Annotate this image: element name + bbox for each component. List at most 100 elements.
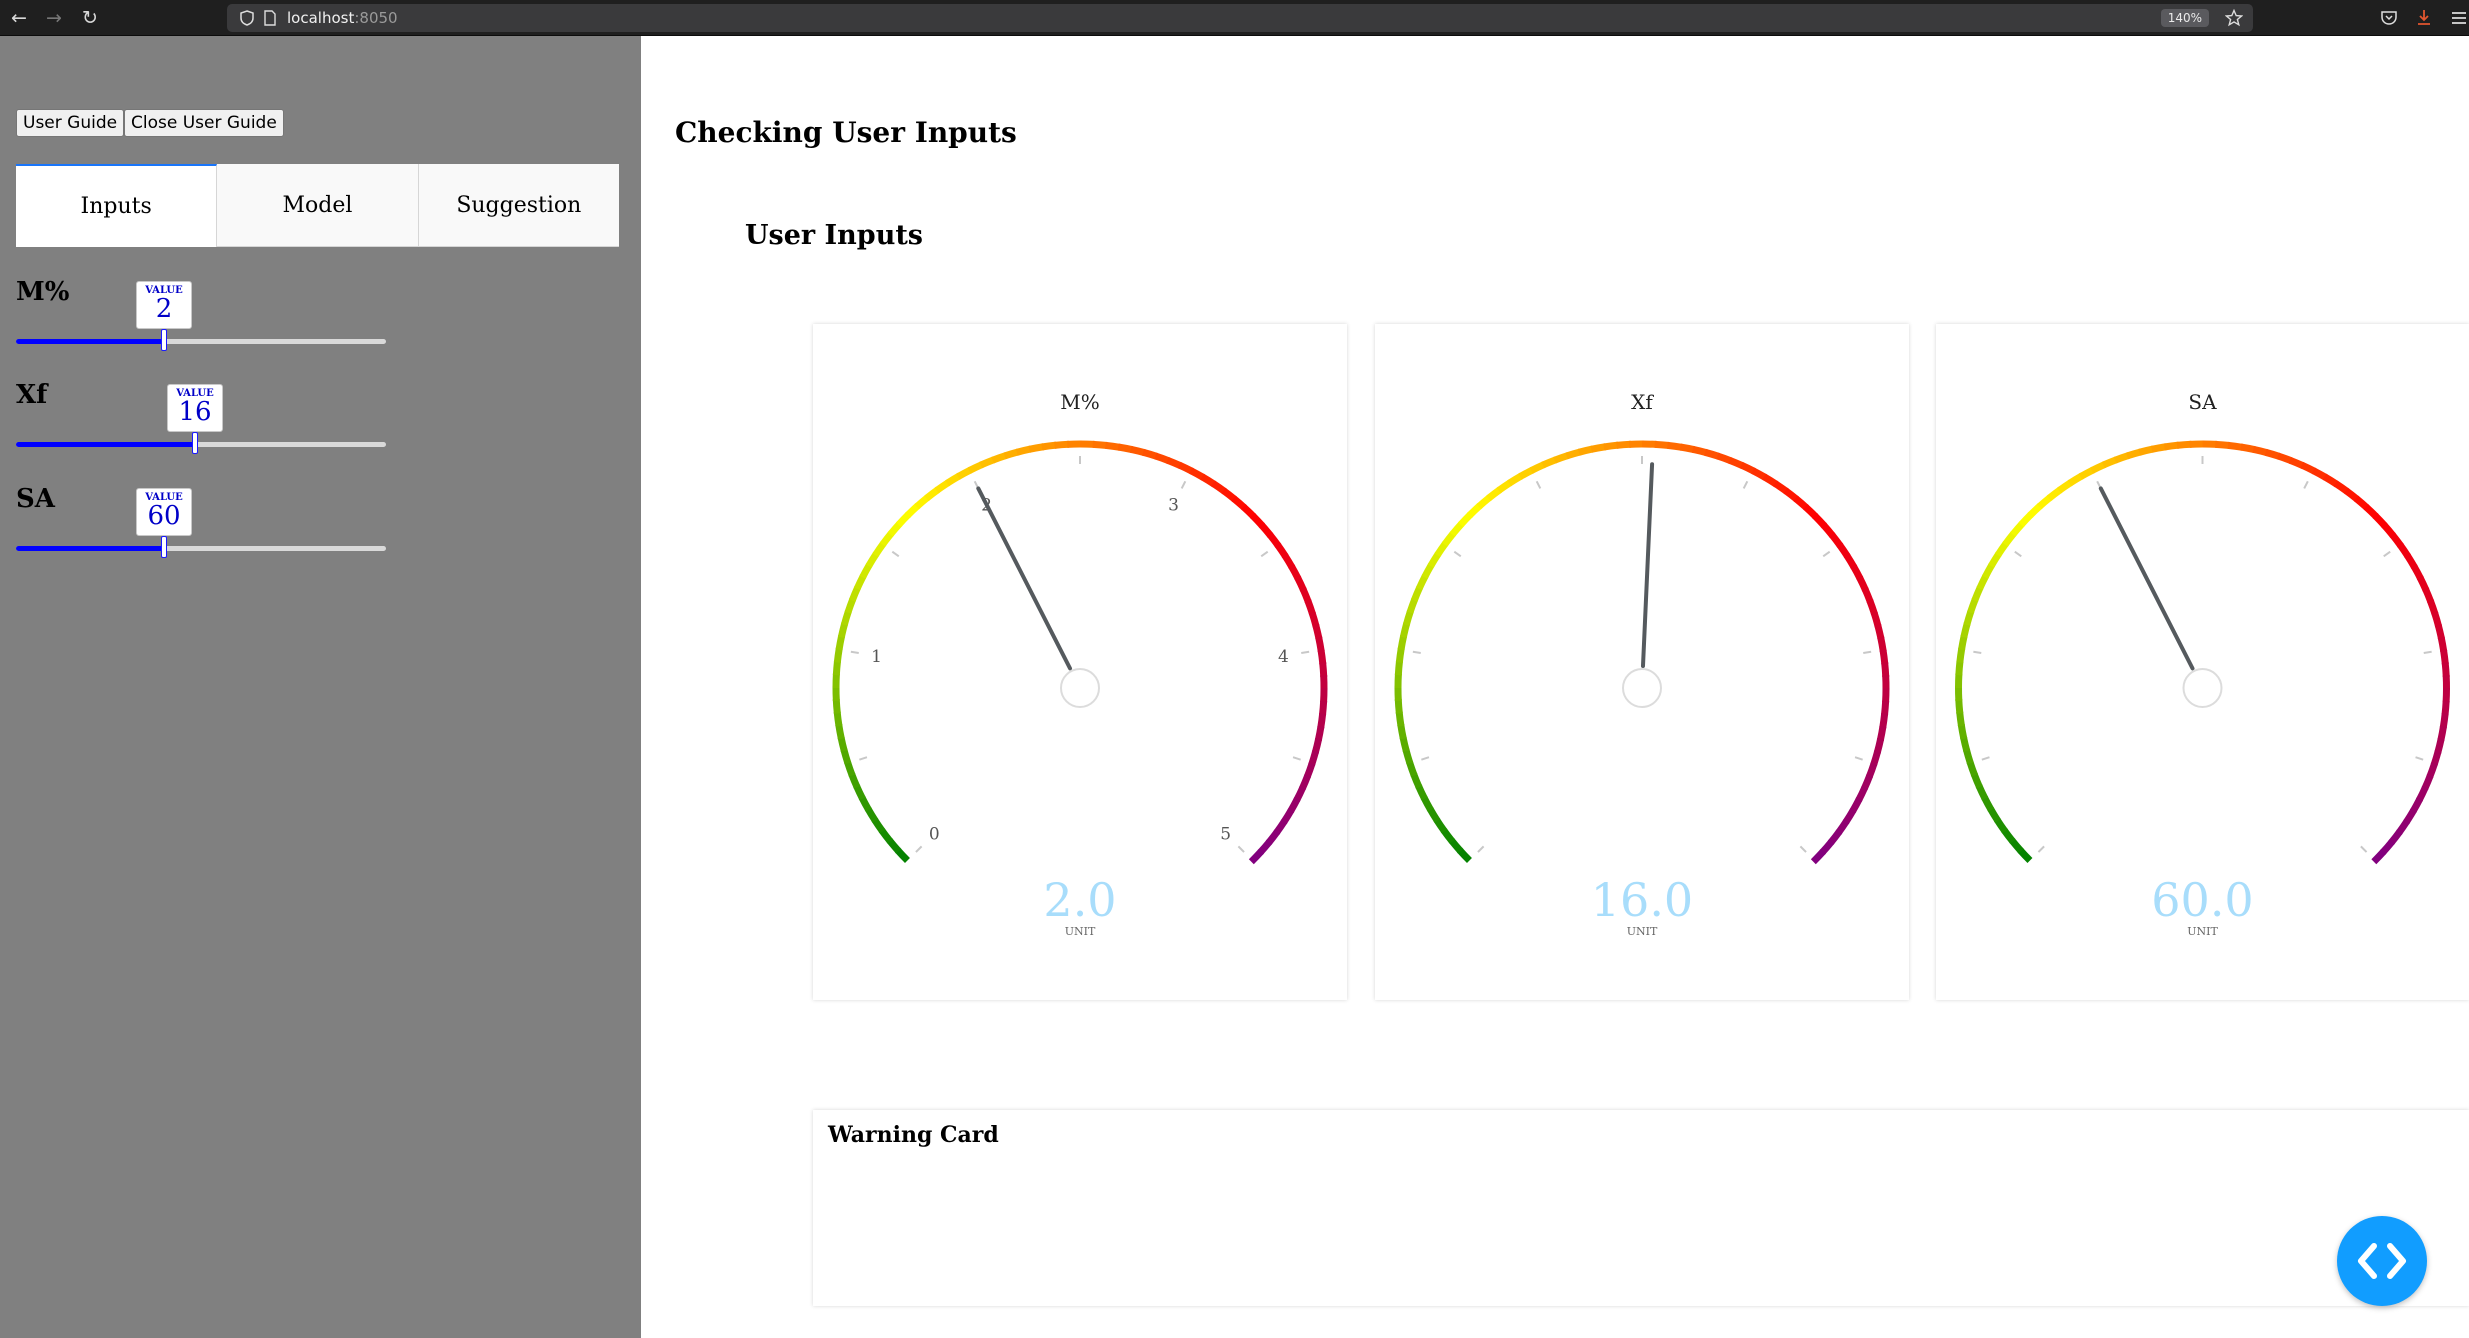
gauge-arc-segment xyxy=(1427,551,1442,568)
gauge-arc-segment xyxy=(1265,829,1281,846)
gauge-arc-segment xyxy=(2090,461,2107,474)
pocket-icon[interactable] xyxy=(2380,9,2398,27)
gauge-arc-segment xyxy=(2441,700,2450,716)
slider-handle[interactable] xyxy=(161,329,167,351)
gauge-arc-segment xyxy=(934,479,951,494)
gauge-arc-segment xyxy=(2434,623,2445,640)
gauge-tick xyxy=(1742,480,1749,489)
gauge-arc-segment xyxy=(2322,473,2339,488)
gauge-arc-segment xyxy=(859,562,873,579)
gauge-arc-segment xyxy=(865,551,880,568)
close-user-guide-button[interactable]: Close User Guide xyxy=(124,109,284,137)
star-icon[interactable] xyxy=(2225,9,2243,27)
gauge-tick xyxy=(2303,480,2309,489)
gauge-arc-segment xyxy=(1691,445,1708,457)
gauge-arc-segment xyxy=(1981,795,1995,812)
gauge-tick xyxy=(2423,650,2432,654)
gauge-arc-segment xyxy=(1820,522,1836,538)
gauge-arc-segment xyxy=(1273,818,1288,835)
gauge-tick xyxy=(1822,550,1831,558)
gauge-arc-segment xyxy=(832,660,841,676)
gauge-arc-segment xyxy=(1317,649,1327,665)
gauge-arc-segment xyxy=(2397,542,2412,559)
gauge-arc-segment xyxy=(844,597,857,614)
gauge-units: UNIT xyxy=(2187,925,2218,938)
gauge-arc-segment xyxy=(2036,494,2053,510)
gauge-tick xyxy=(1863,650,1872,654)
gauge-arc-segment xyxy=(2215,440,2231,450)
gauge-arc-segment xyxy=(1577,445,1594,456)
gauge-arc-segment xyxy=(1716,452,1733,465)
gauge-arc-segment xyxy=(1397,723,1407,740)
gauge-arc-segment xyxy=(853,574,867,591)
user-guide-button[interactable]: User Guide xyxy=(16,109,125,137)
forward-arrow-icon[interactable]: → xyxy=(43,7,65,29)
code-icon xyxy=(2358,1243,2406,1279)
url-bar[interactable]: localhost:8050 140% xyxy=(227,4,2253,32)
gauge-arc-segment xyxy=(1250,512,1266,529)
gauge-arc-segment xyxy=(2151,443,2167,453)
gauge-value: 60.0 xyxy=(2151,873,2253,927)
gauge-arc-segment xyxy=(1994,541,2009,558)
slider-handle[interactable] xyxy=(192,432,198,454)
tooltip-value: 2 xyxy=(155,294,173,324)
gauge-tick xyxy=(915,845,923,853)
code-toggle-button[interactable] xyxy=(2337,1216,2427,1306)
gauge-arc-segment xyxy=(991,452,1008,464)
gauge-arc-segment xyxy=(853,784,866,801)
gauge-arc-segment xyxy=(848,772,861,789)
gauge-arc-segment xyxy=(1496,479,1513,494)
tab-inputs[interactable]: Inputs xyxy=(16,164,218,247)
gauge-arc-segment xyxy=(1529,461,1546,474)
gauge-arc-segment xyxy=(1541,456,1558,469)
slider-track[interactable] xyxy=(16,536,386,558)
gauge-arc-segment xyxy=(1971,585,1984,602)
gauge-arc-segment xyxy=(1399,622,1411,639)
gauge-arc-segment xyxy=(2240,443,2256,454)
gauge-arc-segment xyxy=(2404,553,2418,570)
download-icon[interactable] xyxy=(2415,8,2433,28)
gauge-arc-segment xyxy=(887,521,903,537)
gauge-units: UNIT xyxy=(1065,925,1096,938)
gauge-tick-label: 1 xyxy=(871,647,882,667)
tab-suggestion[interactable]: Suggestion xyxy=(418,164,619,247)
zoom-level-badge[interactable]: 140% xyxy=(2160,9,2209,27)
gauge-arc-segment xyxy=(864,806,879,823)
slider-handle[interactable] xyxy=(161,536,167,558)
gauge-arc-segment xyxy=(1200,473,1217,488)
gauge-arc-segment xyxy=(1704,448,1721,460)
gauge-tick xyxy=(1421,756,1430,761)
gauge-arc-segment xyxy=(1299,774,1312,791)
menu-icon[interactable] xyxy=(2451,10,2467,26)
gauge-arc-segment xyxy=(1728,456,1745,469)
gauge-arc-segment xyxy=(1281,553,1296,570)
gauge-arc-segment xyxy=(2163,441,2180,451)
slider-label: Xf xyxy=(16,380,48,410)
back-arrow-icon[interactable]: ← xyxy=(8,7,30,29)
url-text: localhost:8050 xyxy=(287,4,398,32)
gauge-value: 2.0 xyxy=(1043,873,1116,927)
gauge-arc-segment xyxy=(1962,748,1974,765)
gauge-tick xyxy=(1412,650,1421,654)
sidebar-tabs: Inputs Model Suggestion xyxy=(16,164,619,247)
gauge-arc-segment xyxy=(1274,542,1289,559)
page-icon xyxy=(264,10,276,26)
gauge-arc-segment xyxy=(1258,522,1274,538)
tab-model[interactable]: Model xyxy=(217,164,419,247)
slider-fill xyxy=(16,442,195,447)
gauge-arc-segment xyxy=(1231,495,1247,511)
gauge-arc-segment xyxy=(1433,817,1448,834)
gauge-arc-segment xyxy=(2421,774,2434,791)
gauge-arc-segment xyxy=(1866,599,1878,616)
reload-icon[interactable]: ↻ xyxy=(79,7,101,29)
gauge-arc-segment xyxy=(2027,502,2043,518)
gauge-arc-segment xyxy=(945,472,962,487)
slider-track[interactable] xyxy=(16,432,386,454)
slider-track[interactable] xyxy=(16,329,386,351)
gauge-arc-segment xyxy=(2227,441,2243,451)
gauge-arc-segment xyxy=(1507,472,1524,487)
gauge-arc-segment xyxy=(1963,609,1975,626)
gauge-arc-segment xyxy=(1054,440,1070,449)
shield-icon[interactable] xyxy=(239,10,255,26)
gauge-arc-segment xyxy=(1876,725,1887,742)
